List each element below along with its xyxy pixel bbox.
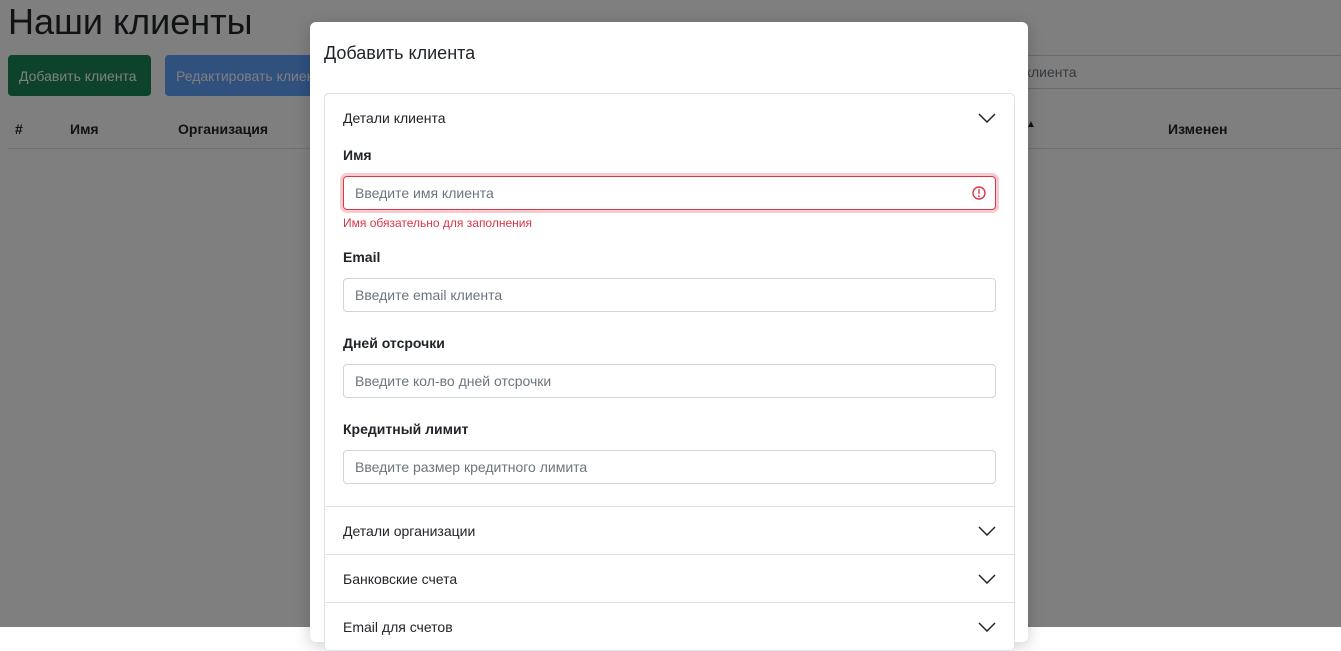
name-field-wrapper [343,176,996,210]
add-client-modal: Добавить клиента Детали клиента Имя Имя … [310,22,1028,651]
email-group: Email [343,244,996,312]
name-group: Имя Имя обязательно для заполнения [343,142,996,230]
accordion-client-details-label: Детали клиента [343,110,446,126]
chevron-down-icon [978,573,996,584]
chevron-down-icon [978,113,996,123]
credit-label: Кредитный лимит [343,421,469,437]
deferral-group: Дней отсрочки [343,330,996,398]
credit-group: Кредитный лимит [343,416,996,484]
accordion-org-details[interactable]: Детали организации [325,506,1014,554]
name-label: Имя [343,147,372,163]
client-details-body: Имя Имя обязательно для заполнения Email [325,142,1014,506]
name-input[interactable] [344,177,995,209]
credit-limit-input[interactable] [344,451,995,483]
accordion-bank-accounts[interactable]: Банковские счета [325,554,1014,602]
accordion-bank-accounts-label: Банковские счета [343,570,458,587]
client-accordion: Детали клиента Имя Имя обязательно для з… [324,93,1015,651]
accordion-client-details[interactable]: Детали клиента [325,94,1014,142]
modal-title: Добавить клиента [324,43,476,63]
credit-field-wrapper [343,450,996,484]
deferral-days-input[interactable] [344,365,995,397]
accordion-org-details-label: Детали организации [343,522,476,539]
email-field-wrapper [343,278,996,312]
deferral-label: Дней отсрочки [343,335,445,351]
email-label: Email [343,249,381,265]
email-input[interactable] [344,279,995,311]
chevron-down-icon [978,525,996,536]
accordion-invoice-email[interactable]: Email для счетов [325,602,1014,650]
error-icon [972,186,986,200]
deferral-field-wrapper [343,364,996,398]
name-error-message: Имя обязательно для заполнения [343,216,532,230]
